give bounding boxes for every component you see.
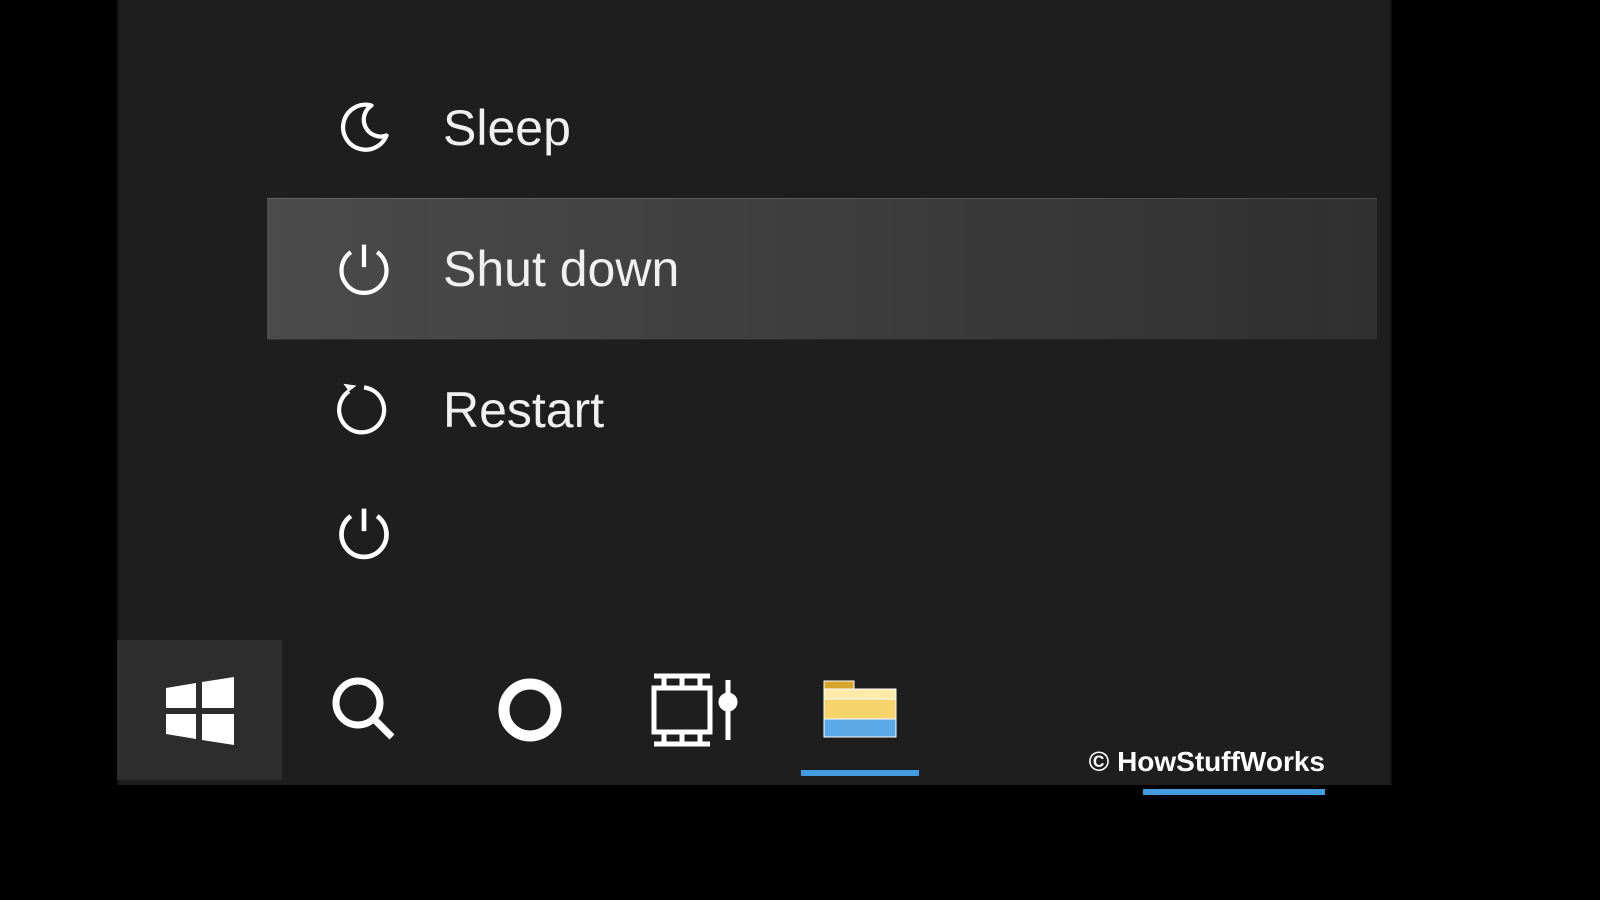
credit-text: © HowStuffWorks bbox=[1089, 746, 1325, 778]
credit-underline bbox=[1143, 789, 1325, 795]
windows-icon bbox=[160, 670, 240, 750]
task-view-icon bbox=[650, 672, 740, 748]
taskbar-start-button[interactable] bbox=[117, 640, 282, 780]
taskbar-active-indicator bbox=[801, 770, 919, 776]
taskbar-file-explorer-button[interactable] bbox=[777, 640, 942, 780]
taskbar bbox=[117, 640, 942, 780]
moon-icon bbox=[329, 93, 399, 163]
menu-item-shutdown[interactable]: Shut down bbox=[267, 198, 1377, 340]
taskbar-cortana-button[interactable] bbox=[447, 640, 612, 780]
power-button[interactable] bbox=[329, 498, 399, 568]
taskbar-search-button[interactable] bbox=[282, 640, 447, 780]
taskbar-task-view-button[interactable] bbox=[612, 640, 777, 780]
desktop-stage: Sleep Shut down Restart bbox=[0, 0, 1600, 900]
search-icon bbox=[326, 671, 404, 749]
restart-icon bbox=[329, 375, 399, 445]
menu-item-sleep[interactable]: Sleep bbox=[267, 58, 1377, 198]
power-icon bbox=[334, 503, 394, 563]
cortana-icon bbox=[494, 674, 566, 746]
menu-item-restart[interactable]: Restart bbox=[267, 340, 1377, 480]
menu-item-label: Restart bbox=[443, 381, 604, 439]
power-icon bbox=[329, 234, 399, 304]
file-explorer-icon bbox=[821, 679, 899, 741]
menu-item-label: Sleep bbox=[443, 99, 571, 157]
power-menu: Sleep Shut down Restart bbox=[267, 58, 1377, 480]
menu-item-label: Shut down bbox=[443, 240, 679, 298]
